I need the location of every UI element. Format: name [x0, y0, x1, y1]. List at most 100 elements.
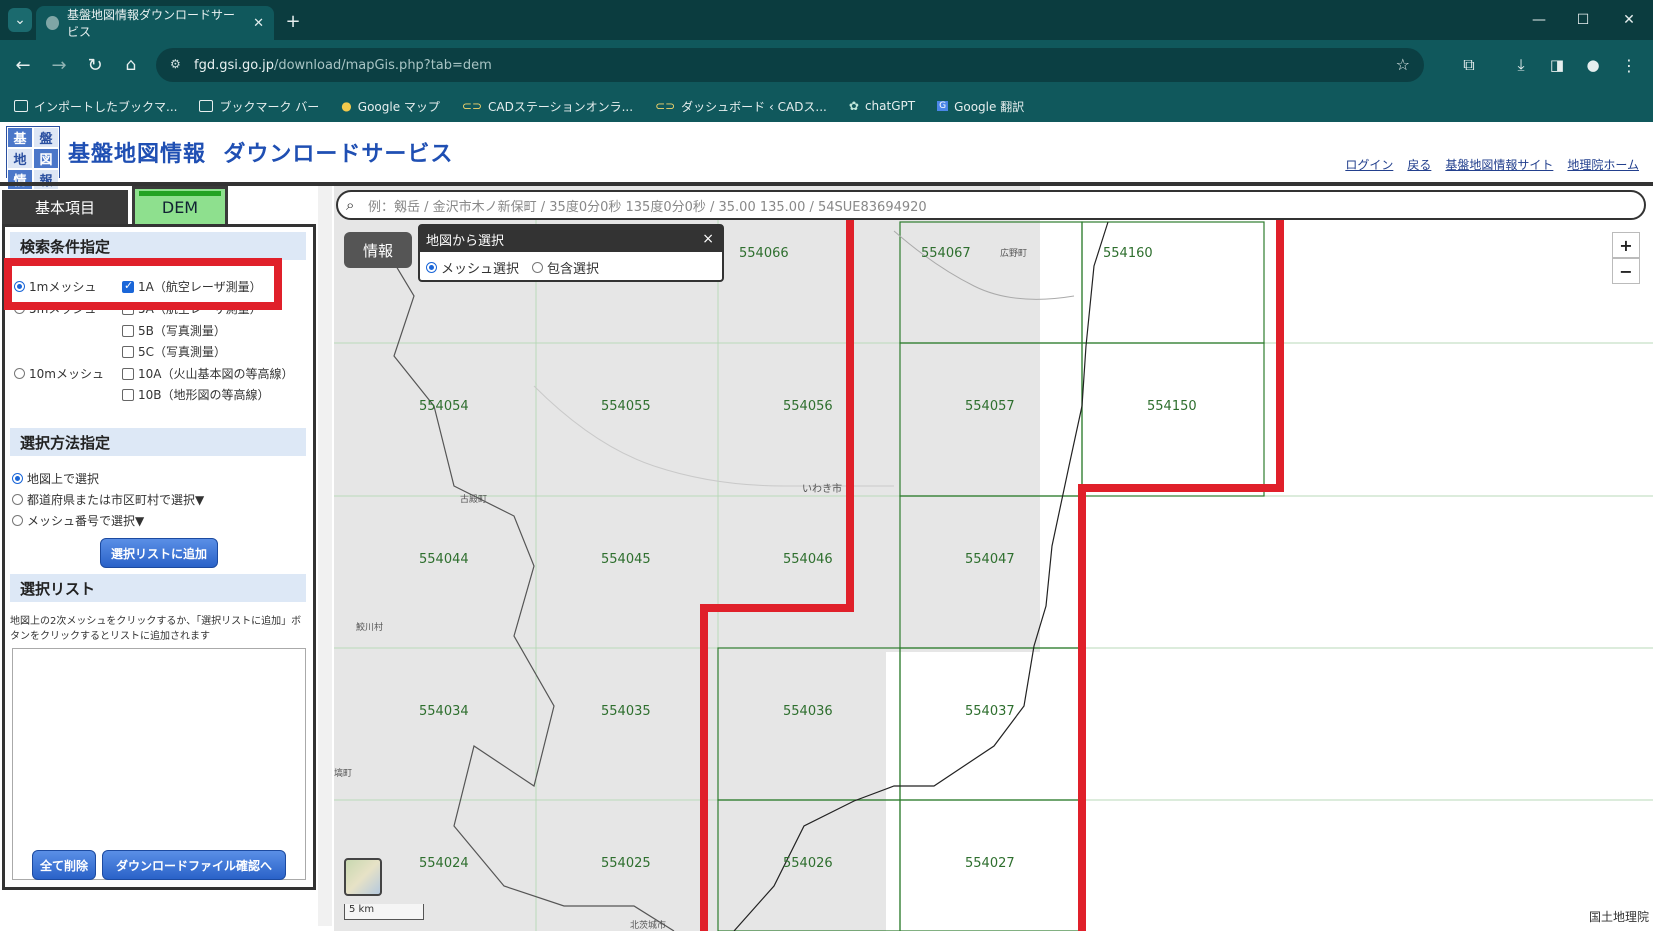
mesh-label: 554160	[1103, 246, 1153, 261]
selection-method-heading: 選択方法指定	[10, 428, 306, 456]
delete-all-button[interactable]: 全て削除	[32, 850, 96, 880]
place-name: 古殿町	[460, 495, 488, 505]
mesh-select-radio[interactable]: メッシュ選択	[426, 258, 519, 277]
tab-close-icon[interactable]: ✕	[253, 16, 264, 31]
minimize-icon[interactable]: —	[1524, 8, 1554, 32]
map-search-input[interactable]: ⌕ 例：剱岳 / 金沢市木ノ新保町 / 35度0分0秒 135度0分0秒 / 3…	[336, 190, 1646, 220]
mesh-label: 554026	[783, 856, 833, 871]
bookmark-item[interactable]: ● Google マップ	[341, 98, 440, 115]
mesh-label: 554150	[1147, 399, 1197, 414]
mesh-label: 554055	[601, 399, 651, 414]
site-title: 基盤地図情報 ダウンロードサービス	[68, 142, 454, 167]
home-icon[interactable]: ⌂	[118, 52, 144, 78]
panel-scrollbar[interactable]	[318, 186, 332, 926]
folder-icon	[14, 100, 28, 112]
search-icon: ⌕	[346, 196, 355, 214]
place-name: 北茨城市	[630, 921, 667, 931]
tab-dem[interactable]: DEM	[132, 186, 228, 226]
close-window-icon[interactable]: ✕	[1614, 8, 1644, 32]
bookmark-item[interactable]: G Google 翻訳	[937, 98, 1024, 115]
bookmark-item[interactable]: ブックマーク バー	[199, 98, 319, 115]
tab-title: 基盤地図情報ダウンロードサービス	[66, 8, 235, 39]
selection-list-help: 地図上の2次メッシュをクリックするか、「選択リストに追加」ボタンをクリックすると…	[10, 616, 302, 642]
mesh-label: 554024	[419, 856, 469, 871]
login-link[interactable]: ログイン	[1345, 156, 1393, 173]
link-icon: ⊂⊃	[461, 99, 483, 113]
folder-icon	[199, 100, 214, 112]
map-attribution: 国土地理院	[1588, 910, 1649, 924]
contain-select-radio[interactable]: 包含選択	[532, 258, 599, 277]
gsi-home-link[interactable]: 地理院ホーム	[1567, 156, 1639, 173]
bookmark-item[interactable]: ⊂⊃ ダッシュボード ‹ CADス...	[655, 98, 827, 115]
mesh-label: 554066	[739, 246, 789, 261]
mesh-label: 554044	[419, 552, 469, 567]
bookmark-item[interactable]: ✿ chatGPT	[849, 99, 915, 113]
reload-icon[interactable]: ↻	[82, 52, 108, 78]
tab-search-chevron-icon[interactable]: ⌄	[8, 8, 32, 32]
info-button[interactable]: 情報	[344, 232, 412, 268]
mesh-label: 554054	[419, 399, 469, 414]
header-links: ログイン 戻る 基盤地図情報サイト 地理院ホーム	[1345, 156, 1639, 173]
base-layer-thumbnail[interactable]	[344, 858, 382, 896]
favicon-icon	[46, 16, 59, 30]
mesh-label: 554047	[965, 552, 1015, 567]
back-icon[interactable]: ←	[10, 52, 36, 78]
download-icon[interactable]: ⤓	[1508, 52, 1534, 78]
scale-bar: 5 km	[344, 904, 424, 920]
mesh-label: 554034	[419, 704, 469, 719]
forward-icon[interactable]: →	[46, 52, 72, 78]
map-area[interactable]: 554065 554066 554067 554160 554054 55405…	[334, 186, 1653, 931]
bookmark-item[interactable]: ⊂⊃ CADステーションオンラ...	[462, 98, 633, 115]
add-to-list-button[interactable]: 選択リストに追加	[100, 538, 218, 568]
option-10b-checkbox[interactable]: 10B（地形図の等高線）	[122, 386, 270, 403]
place-name: 広野町	[1000, 249, 1028, 259]
address-bar[interactable]: ⚙ fgd.gsi.go.jp/download/mapGis.php?tab=…	[156, 48, 1424, 82]
site-info-icon[interactable]: ⚙	[170, 57, 181, 71]
option-5c-checkbox[interactable]: 5C（写真測量）	[122, 343, 226, 360]
selection-list-heading: 選択リスト	[10, 574, 306, 602]
mesh-label: 554035	[601, 704, 651, 719]
menu-icon[interactable]: ⋮	[1616, 52, 1642, 78]
browser-tab[interactable]: 基盤地図情報ダウンロードサービス ✕	[36, 6, 274, 40]
side-panel-icon[interactable]: ◨	[1544, 52, 1570, 78]
chatgpt-icon: ✿	[848, 99, 859, 113]
fgd-site-link[interactable]: 基盤地図情報サイト	[1445, 156, 1553, 173]
mesh-label: 554045	[601, 552, 651, 567]
bookmarks-bar: インポートしたブックマ... ブックマーク バー ● Google マップ ⊂⊃ C…	[0, 90, 1653, 122]
mesh-label: 554067	[921, 246, 971, 261]
popup-title: 地図から選択	[426, 233, 505, 249]
popup-header: 地図から選択 ×	[420, 226, 722, 252]
mesh-label: 554027	[965, 856, 1015, 871]
back-link[interactable]: 戻る	[1407, 156, 1431, 173]
mesh-label: 554057	[965, 399, 1015, 414]
bookmark-star-icon[interactable]: ☆	[1396, 55, 1410, 74]
option-10a-checkbox[interactable]: 10A（火山基本図の等高線）	[122, 365, 293, 382]
place-name: 塙町	[334, 769, 353, 779]
extensions-icon[interactable]: ⧉	[1456, 52, 1482, 78]
zoom-out-button[interactable]: −	[1612, 258, 1640, 284]
zoom-in-button[interactable]: +	[1612, 232, 1640, 258]
select-by-municipality-radio[interactable]: 都道府県または市区町村で選択▼	[12, 491, 204, 508]
profile-icon[interactable]: ●	[1580, 52, 1606, 78]
mesh-label: 554046	[783, 552, 833, 567]
maps-pin-icon: ●	[341, 99, 352, 113]
mesh-label: 554037	[965, 704, 1015, 719]
place-name: 鮫川村	[356, 623, 384, 633]
tab-basic[interactable]: 基本項目	[2, 190, 128, 224]
url-host: fgd.gsi.go.jp	[194, 57, 274, 73]
maximize-icon[interactable]: ☐	[1568, 8, 1598, 32]
search-conditions-heading: 検索条件指定	[10, 232, 306, 260]
url-path: /download/mapGis.php?tab=dem	[273, 57, 492, 73]
option-5b-checkbox[interactable]: 5B（写真測量）	[122, 322, 226, 339]
mesh-10m-radio[interactable]: 10mメッシュ	[14, 365, 104, 382]
select-on-map-radio[interactable]: 地図上で選択	[12, 470, 99, 487]
bookmark-item[interactable]: インポートしたブックマ...	[14, 98, 177, 115]
selection-listbox[interactable]	[12, 648, 306, 880]
select-by-mesh-radio[interactable]: メッシュ番号で選択▼	[12, 512, 144, 529]
site-logo: 基 盤 地 図 情 報	[6, 126, 60, 190]
popup-close-icon[interactable]: ×	[702, 231, 714, 247]
translate-icon: G	[937, 101, 949, 111]
mesh-label: 554025	[601, 856, 651, 871]
confirm-download-button[interactable]: ダウンロードファイル確認へ	[102, 850, 286, 880]
new-tab-button[interactable]: +	[282, 10, 304, 32]
